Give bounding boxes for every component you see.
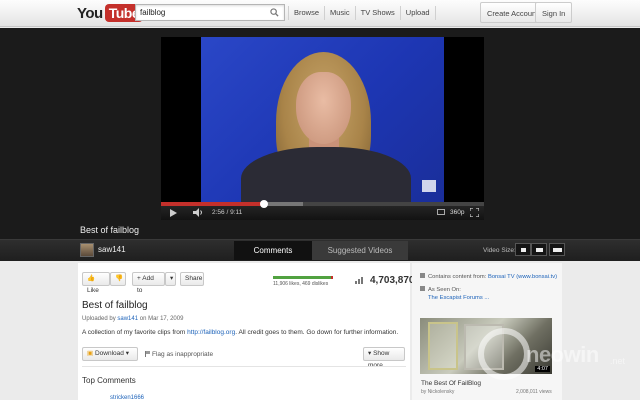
related-video-author: by Nickolensky [421, 389, 455, 395]
progress-played [161, 202, 265, 206]
progress-bar[interactable] [161, 200, 484, 208]
info-icon [420, 273, 425, 278]
view-count: 4,703,870 [370, 275, 415, 286]
video-duration-badge: 4:07 [535, 366, 550, 372]
channel-name[interactable]: saw141 [98, 245, 126, 254]
nav-upload[interactable]: Upload [401, 8, 435, 17]
nav-tv-shows[interactable]: TV Shows [356, 8, 400, 17]
video-frame [201, 37, 444, 202]
uploader-link[interactable]: saw141 [117, 316, 138, 322]
seen-on-icon [420, 286, 425, 291]
related-video-title[interactable]: The Best Of FailBlog [421, 380, 481, 387]
video-size-small-button[interactable] [515, 243, 531, 256]
section-divider [82, 366, 406, 367]
content-source-link[interactable]: Bonsai TV (www.bonsai.tv) [488, 274, 557, 280]
video-title: Best of failblog [80, 225, 140, 235]
likes-ratio-bar [273, 276, 333, 279]
fullscreen-icon[interactable] [470, 208, 479, 217]
channel-bug-logo [422, 180, 436, 192]
sign-in-button[interactable]: Sign In [535, 2, 573, 23]
video-size-medium-icon [536, 248, 543, 252]
failblog-link[interactable]: http://failblog.org [187, 329, 235, 336]
show-more-button[interactable]: ▾ Show more [363, 347, 405, 369]
description-text-end: . All credit goes to them. Go down for f… [235, 329, 399, 336]
as-seen-on-label: As Seen On: [428, 287, 461, 293]
top-comments-heading: Top Comments [82, 376, 136, 385]
nav-browse[interactable]: Browse [289, 8, 324, 17]
as-seen-on-link[interactable]: The Escapist Forums ... [428, 295, 489, 301]
volume-icon[interactable] [193, 208, 203, 217]
likes-ratio-fill [273, 276, 331, 279]
nav-divider [434, 5, 436, 20]
download-label: Download [94, 350, 124, 357]
logo-you-text: You [77, 4, 103, 22]
search-box [135, 4, 285, 21]
flag-label: Flag as inappropriate [152, 351, 214, 358]
related-video-views: 2,008,011 views [516, 389, 552, 395]
video-size-small-icon [521, 248, 526, 252]
thumbs-down-icon: 👎 [115, 275, 124, 282]
dislike-button[interactable]: 👎 [110, 272, 126, 286]
views-chart-icon[interactable] [355, 277, 365, 284]
like-label: Like [87, 287, 99, 294]
like-button[interactable]: 👍 Like [82, 272, 110, 294]
content-source-label: Contains content from: [428, 274, 487, 280]
video-size-label: Video Size: [483, 247, 516, 254]
related-video-thumbnail[interactable]: 4:07 [420, 318, 552, 374]
comment-author-link[interactable]: stricken1666 [110, 395, 144, 400]
time-display: 2:56 / 9:11 [212, 209, 243, 216]
play-icon[interactable] [170, 209, 177, 217]
thumbnail-glass-door [464, 324, 504, 370]
thumbnail-door [428, 322, 458, 370]
video-description: A collection of my favorite clips from h… [82, 329, 398, 336]
youtube-logo[interactable]: You Tube [77, 3, 144, 23]
upload-info: Uploaded by saw141 on Mar 17, 2009 [82, 316, 183, 322]
video-subject-face [296, 72, 351, 144]
description-text-start: A collection of my favorite clips from [82, 329, 188, 336]
thumbs-up-icon: 👍 [87, 275, 96, 282]
share-button[interactable]: Share [180, 272, 204, 286]
likes-summary: 11,906 likes, 469 dislikes [273, 281, 329, 287]
nav-music[interactable]: Music [325, 8, 355, 17]
video-size-medium-button[interactable] [531, 243, 547, 256]
download-button[interactable]: ▣ Download ▾ [82, 347, 138, 361]
search-icon[interactable] [270, 8, 279, 17]
chevron-down-icon: ▾ [125, 350, 129, 357]
quality-selector[interactable]: 360p [450, 209, 464, 216]
search-input[interactable] [136, 5, 264, 20]
flag-icon [145, 351, 150, 357]
flag-link[interactable]: Flag as inappropriate [145, 351, 213, 358]
video-size-large-button[interactable] [549, 243, 565, 256]
chevron-down-icon: ▾ [368, 350, 372, 357]
video-subject-jacket [241, 147, 411, 202]
details-title: Best of failblog [82, 300, 148, 311]
add-to-dropdown-button[interactable]: ▾ [165, 272, 176, 286]
as-seen-on: As Seen On: [420, 286, 461, 293]
add-to-button[interactable]: + Add to [132, 272, 165, 294]
upload-date: on Mar 17, 2009 [139, 316, 184, 322]
watermark-suffix: .net [610, 356, 626, 366]
tab-suggested-videos[interactable]: Suggested Videos [312, 241, 408, 260]
channel-avatar[interactable] [80, 243, 94, 257]
annotations-icon[interactable] [437, 209, 445, 215]
progress-loaded [264, 202, 304, 206]
tab-comments[interactable]: Comments [234, 241, 312, 260]
chevron-down-icon: ▾ [170, 275, 174, 282]
main-nav: Browse Music TV Shows Upload [288, 2, 436, 23]
video-size-large-icon [553, 248, 562, 252]
download-icon: ▣ [87, 350, 94, 357]
content-source: Contains content from: Bonsai TV (www.bo… [420, 273, 557, 280]
video-player[interactable] [161, 37, 484, 202]
uploaded-by-label: Uploaded by [82, 316, 116, 322]
